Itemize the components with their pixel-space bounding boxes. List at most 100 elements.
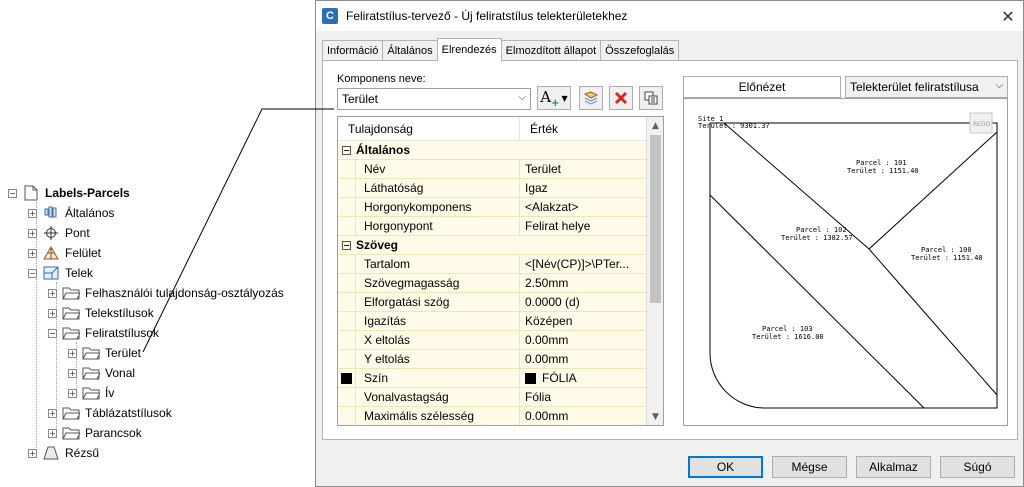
color-swatch <box>341 372 352 384</box>
tree-node-feliratstilusok[interactable]: − Feliratstílusok <box>48 324 159 342</box>
parcel-name-label: Parcel : 101 <box>856 159 907 167</box>
preview-style-select[interactable]: Telekterület feliratstílusa ⌵ <box>845 76 1008 98</box>
property-row[interactable]: Láthatóság Igaz <box>338 179 663 198</box>
property-row[interactable]: Y eltolás 0.00mm <box>338 350 663 369</box>
tab-elrendezes[interactable]: Elrendezés <box>436 38 502 61</box>
property-value[interactable]: 0.0000 (d) <box>520 293 647 311</box>
tree-node-rezsu[interactable]: + Rézsű <box>28 444 99 462</box>
surface-icon <box>42 245 60 261</box>
tree-label: Terület <box>105 346 142 360</box>
category-row-szoveg[interactable]: − Szöveg <box>338 236 663 255</box>
scroll-down-icon[interactable]: ▼ <box>647 408 663 425</box>
collapse-icon[interactable]: − <box>342 145 351 155</box>
expand-icon[interactable]: + <box>48 288 57 298</box>
dialog-title: Feliratstílus-tervező - Új feliratstílus… <box>346 9 628 23</box>
grid-header: Tulajdonság Érték <box>338 117 663 141</box>
property-row[interactable]: Maximális szélesség 0.00mm <box>338 407 663 425</box>
tree-node-iv[interactable]: + Ív <box>68 384 114 402</box>
property-name: Név <box>356 160 519 178</box>
expand-icon[interactable]: + <box>28 228 37 238</box>
copy-component-button[interactable] <box>579 86 603 110</box>
tree-node-user-property[interactable]: + Felhasználói tulajdonság-osztályozás <box>48 284 284 302</box>
tree-node-tablazatstilusok[interactable]: + Táblázatstílusok <box>48 404 172 422</box>
property-value[interactable]: <Alakzat> <box>520 198 647 216</box>
add-component-button[interactable]: A+ ▼ <box>537 86 571 110</box>
property-row[interactable]: X eltolás 0.00mm <box>338 331 663 350</box>
close-button[interactable]: ✕ <box>993 1 1023 31</box>
property-value[interactable]: 2.50mm <box>520 274 647 292</box>
collapse-icon[interactable]: − <box>28 268 37 278</box>
property-value[interactable]: Felirat helye <box>520 217 647 235</box>
property-value[interactable]: FÓLIA <box>520 369 647 387</box>
copy-component-icon <box>583 90 599 106</box>
cancel-button[interactable]: Mégse <box>772 456 847 478</box>
tree-label: Felhasználói tulajdonság-osztályozás <box>85 286 284 300</box>
help-button[interactable]: Súgó <box>940 456 1015 478</box>
folder-icon <box>82 345 100 361</box>
tree-node-telek[interactable]: − Telek <box>28 264 93 282</box>
property-name: Vonalvastagság <box>356 388 519 406</box>
component-draw-order-button[interactable] <box>639 86 663 110</box>
property-row[interactable]: Horgonykomponens <Alakzat> <box>338 198 663 217</box>
property-row[interactable]: Igazítás Középen <box>338 312 663 331</box>
scroll-thumb[interactable] <box>650 135 661 303</box>
apply-button[interactable]: Alkalmaz <box>856 456 931 478</box>
expand-icon[interactable]: + <box>28 248 37 258</box>
tree-node-telekstilusok[interactable]: + Telekstílusok <box>48 304 154 322</box>
tree-node-parancsok[interactable]: + Parancsok <box>48 424 142 442</box>
tab-informacio[interactable]: Információ <box>322 40 384 61</box>
tree-node-pont[interactable]: + Pont <box>28 224 90 242</box>
property-value[interactable]: Fólia <box>520 388 647 406</box>
expand-icon[interactable]: + <box>48 428 57 438</box>
ok-button[interactable]: OK <box>688 456 763 478</box>
property-value[interactable]: Terület <box>520 160 647 178</box>
expand-icon[interactable]: + <box>48 308 57 318</box>
property-value[interactable]: Középen <box>520 312 647 330</box>
property-row[interactable]: Vonalvastagság Fólia <box>338 388 663 407</box>
tree-node-vonal[interactable]: + Vonal <box>68 364 135 382</box>
scroll-up-icon[interactable]: ▲ <box>647 117 663 134</box>
property-value[interactable]: <[Név(CP)]>\PTer... <box>520 255 647 273</box>
collapse-icon[interactable]: − <box>342 240 351 250</box>
tree-label: Telek <box>65 266 94 280</box>
expand-icon[interactable]: + <box>48 408 57 418</box>
property-row[interactable]: Név Terület <box>338 160 663 179</box>
property-value[interactable]: Igaz <box>520 179 647 197</box>
property-value[interactable]: 0.00mm <box>520 331 647 349</box>
parcel-name-label: Parcel : 100 <box>921 246 972 254</box>
expand-icon[interactable]: + <box>28 208 37 218</box>
tree-node-labels-parcels[interactable]: − Labels-Parcels <box>8 184 130 202</box>
property-row[interactable]: Szín FÓLIA <box>338 369 663 388</box>
expand-icon[interactable]: + <box>68 368 77 378</box>
tree-node-terulet[interactable]: + Terület <box>68 344 141 362</box>
property-name: Tartalom <box>356 255 519 273</box>
tab-elmozditott-allapot[interactable]: Elmozdított állapot <box>500 40 602 61</box>
expand-icon[interactable]: + <box>68 348 77 358</box>
property-value[interactable]: 0.00mm <box>520 350 647 368</box>
property-name: Y eltolás <box>356 350 519 368</box>
property-grid-scrollbar[interactable]: ▲ ▼ <box>646 117 663 425</box>
property-row[interactable]: Szövegmagasság 2.50mm <box>338 274 663 293</box>
property-row[interactable]: Horgonypont Felirat helye <box>338 217 663 236</box>
tab-altalanos[interactable]: Általános <box>382 40 438 61</box>
property-row[interactable]: Elforgatási szög 0.0000 (d) <box>338 293 663 312</box>
tree-node-felulet[interactable]: + Felület <box>28 244 101 262</box>
component-name-select[interactable]: Terület ⌵ <box>337 88 531 110</box>
delete-component-button[interactable] <box>609 86 633 110</box>
folder-icon <box>82 385 100 401</box>
expand-icon[interactable]: + <box>68 388 77 398</box>
layout-tab-panel: Komponens neve: Terület ⌵ A+ ▼ Tulajdons… <box>322 60 1018 440</box>
expand-icon[interactable]: + <box>28 448 37 458</box>
tree-node-altalanos[interactable]: + Általános <box>28 204 114 222</box>
category-row-altalanos[interactable]: − Általános <box>338 141 663 160</box>
tree-label: Vonal <box>105 366 136 380</box>
parcel-line <box>868 131 998 250</box>
property-value[interactable]: 0.00mm <box>520 407 647 425</box>
collapse-icon[interactable]: − <box>8 188 17 198</box>
parcel-area-label: Terület : 1616.00 <box>752 333 824 341</box>
collapse-icon[interactable]: − <box>48 328 57 338</box>
component-name-value: Terület <box>342 92 379 106</box>
property-grid: Tulajdonság Érték − Általános Név Terület… <box>337 116 664 426</box>
property-row[interactable]: Tartalom <[Név(CP)]>\PTer... <box>338 255 663 274</box>
tab-osszefoglalas[interactable]: Összefoglalás <box>600 40 680 61</box>
